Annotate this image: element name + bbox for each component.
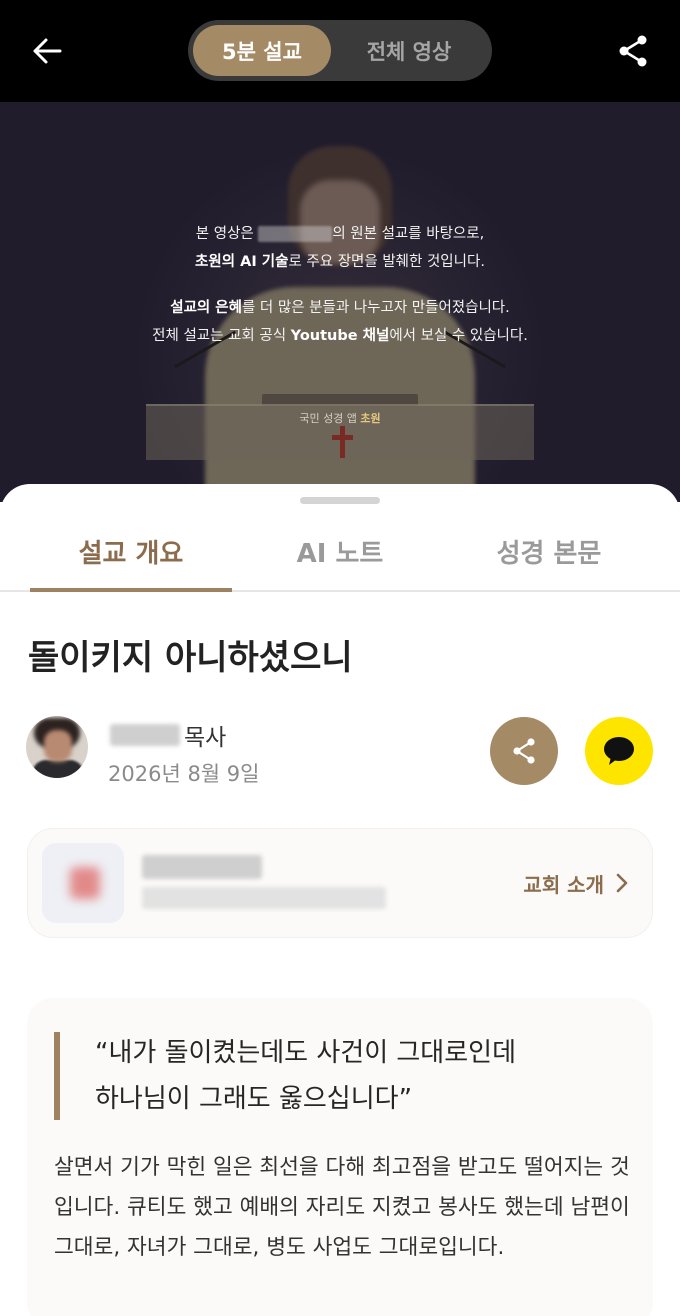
share-button[interactable] (608, 28, 658, 74)
sheet-drag-handle[interactable] (300, 497, 380, 504)
top-bar: 5분 설교 전체 영상 (0, 0, 680, 102)
sermon-quote-card: “내가 돌이켰는데도 사건이 그대로인데 하나님이 그래도 옳으십니다” 살면서… (27, 998, 653, 1316)
cross-icon-bar (332, 435, 353, 440)
tab-bible-text[interactable]: 성경 본문 (448, 512, 650, 590)
avatar (26, 716, 88, 778)
church-name-blurred (258, 226, 333, 242)
notice-line-3: 설교의 은혜를 더 많은 분들과 나누고자 만들어졌습니다. (170, 300, 510, 316)
church-card[interactable]: 교회 소개 (27, 828, 653, 938)
segment-full-video[interactable]: 전체 영상 (331, 25, 487, 76)
kakao-share-button[interactable] (585, 717, 653, 785)
tab-bar: 설교 개요 AI 노트 성경 본문 (0, 512, 680, 592)
tab-ai-note[interactable]: AI 노트 (240, 512, 440, 590)
church-logo (42, 843, 124, 923)
pastor-title: 목사 (184, 725, 227, 751)
share-icon (513, 738, 535, 764)
arrow-left-icon (33, 38, 62, 64)
speech-bubble-icon (604, 737, 634, 765)
quote-accent-bar (54, 1032, 60, 1120)
app-watermark: 국민 성경 앱 초원 (299, 412, 381, 425)
notice-line-4: 전체 설교는 교회 공식 Youtube 채널에서 보실 수 있습니다. (152, 328, 528, 344)
church-intro-link[interactable]: 교회 소개 (523, 865, 628, 901)
share-icon (619, 35, 647, 67)
bottom-sheet: 설교 개요 AI 노트 성경 본문 돌이키지 아니하셨으니 목사 2026년 8… (0, 484, 680, 1316)
sermon-date: 2026년 8월 9일 (108, 762, 260, 786)
chevron-right-icon (616, 873, 628, 893)
view-mode-toggle: 5분 설교 전체 영상 (188, 20, 492, 81)
sermon-quote: “내가 돌이켰는데도 사건이 그대로인데 하나님이 그래도 옳으십니다” (95, 1038, 516, 1114)
notice-line-2: 초원의 AI 기술로 주요 장면을 발췌한 것입니다. (195, 254, 485, 270)
tab-sermon-overview[interactable]: 설교 개요 (30, 512, 232, 590)
back-button[interactable] (22, 28, 72, 74)
notice-line-1: 본 영상은 의 원본 설교를 바탕으로, (195, 226, 485, 242)
pastor-name-blurred (110, 724, 180, 746)
sermon-title: 돌이키지 아니하셨으니 (28, 638, 353, 678)
tab-active-indicator (30, 588, 232, 592)
cross-icon (340, 426, 345, 458)
segment-5min-sermon[interactable]: 5분 설교 (193, 25, 331, 76)
share-sermon-button[interactable] (490, 717, 558, 785)
church-address-blurred (142, 887, 386, 909)
video-player[interactable]: 본 영상은 의 원본 설교를 바탕으로, 초원의 AI 기술로 주요 장면을 발… (0, 102, 680, 502)
church-name-blurred (142, 855, 262, 879)
sermon-summary-text: 살면서 기가 막힌 일은 최선을 다해 최고점을 받고도 떨어지는 것입니다. … (54, 1155, 630, 1260)
video-overlay-notice: 본 영상은 의 원본 설교를 바탕으로, 초원의 AI 기술로 주요 장면을 발… (0, 220, 680, 350)
